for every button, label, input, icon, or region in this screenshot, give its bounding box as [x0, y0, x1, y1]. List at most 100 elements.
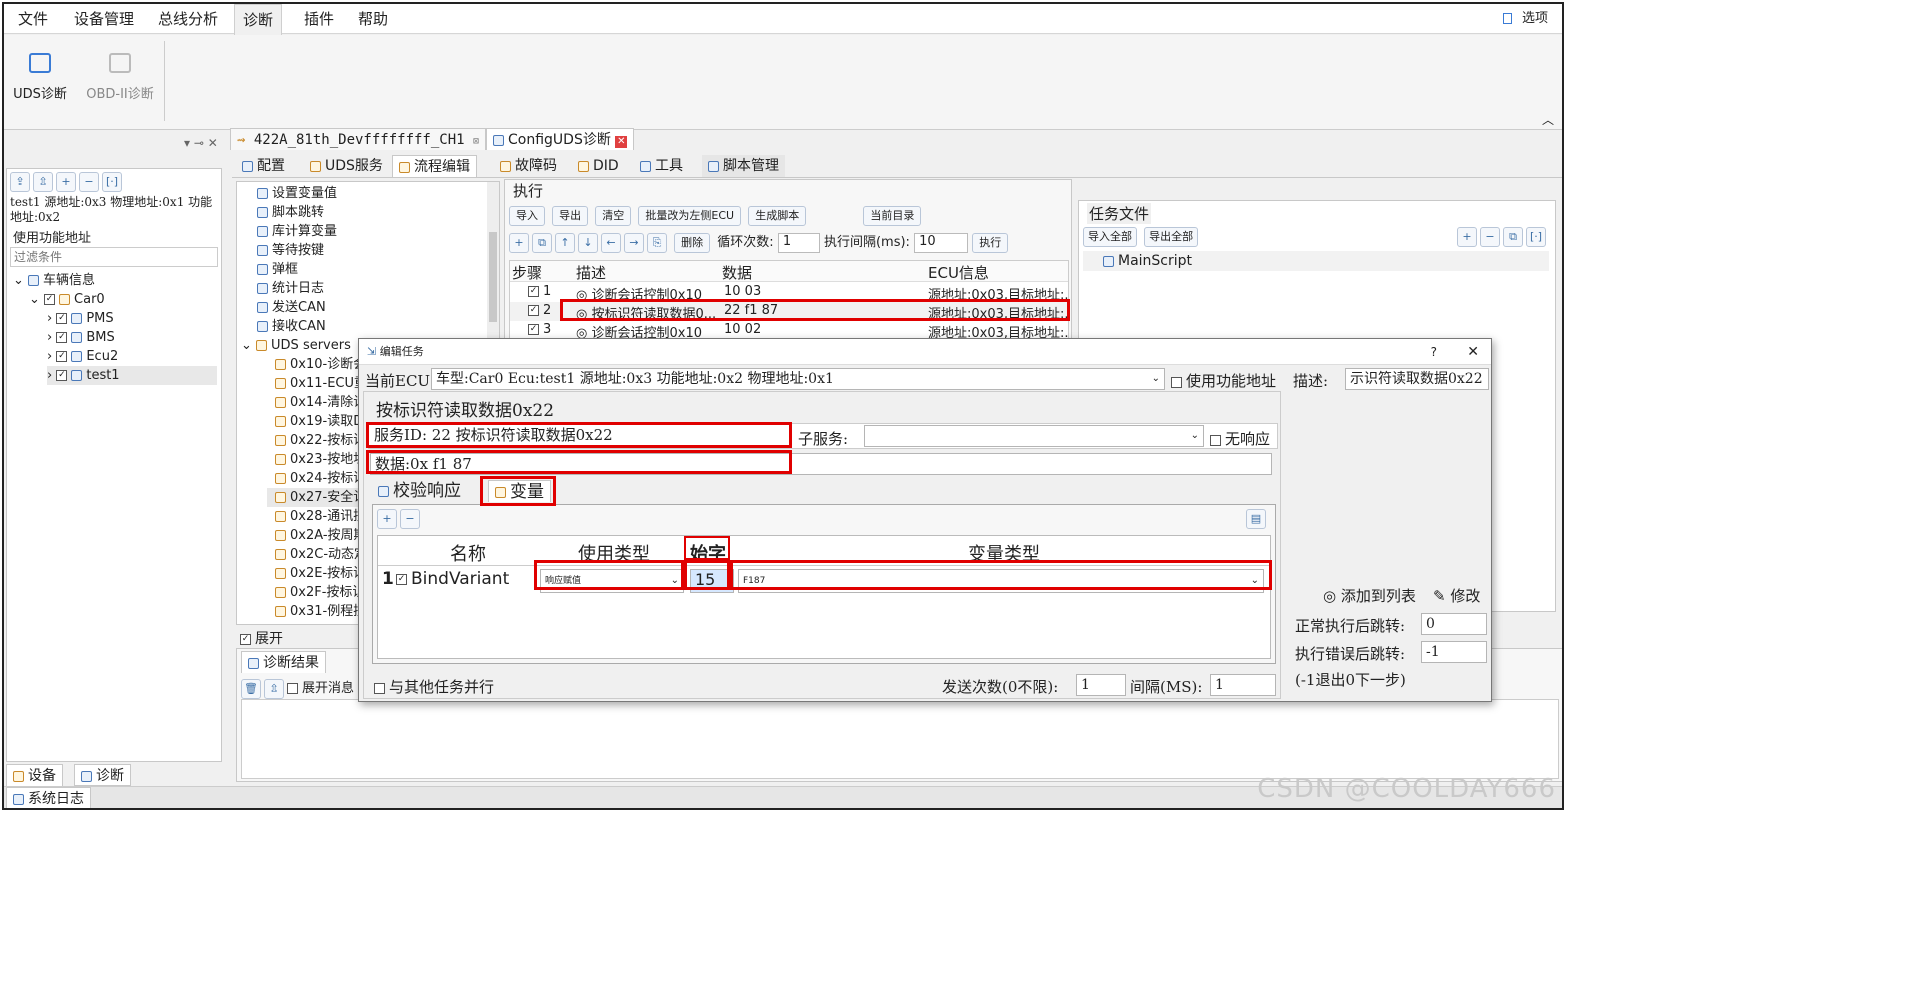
- tree-node-bms[interactable]: › ✓ BMS: [47, 328, 115, 347]
- flow-item[interactable]: 库计算变量: [257, 222, 337, 241]
- uds-item[interactable]: 0x28-通讯控: [275, 507, 366, 526]
- ok-jump-input[interactable]: 0: [1421, 613, 1487, 635]
- use-func-addr-option[interactable]: 使用功能地址: [13, 227, 91, 246]
- menu-diagnose[interactable]: 诊断: [234, 4, 283, 35]
- copy-icon[interactable]: ⧉: [1503, 227, 1523, 247]
- tab-did[interactable]: DID: [572, 155, 625, 177]
- remove-icon[interactable]: −: [79, 172, 99, 192]
- tab-device[interactable]: 设备: [6, 764, 63, 786]
- uds-item[interactable]: 0x19-读取D: [275, 412, 363, 431]
- import-icon[interactable]: ⇪: [10, 172, 30, 192]
- filter-input[interactable]: [10, 247, 218, 267]
- bms-checkbox[interactable]: ✓: [56, 332, 68, 343]
- export-all-button[interactable]: 导出全部: [1144, 227, 1199, 247]
- interval-input[interactable]: 10: [914, 232, 969, 253]
- current-dir-button[interactable]: 当前目录: [863, 206, 922, 226]
- left-icon[interactable]: ←: [601, 233, 621, 253]
- flow-item[interactable]: 发送CAN: [257, 298, 326, 317]
- import-button[interactable]: 导入: [509, 206, 545, 226]
- test1-checkbox[interactable]: ✓: [56, 370, 68, 381]
- uds-item[interactable]: 0x23-按地址: [275, 450, 366, 469]
- uds-item[interactable]: 0x31-例程控: [275, 602, 366, 621]
- uds-item[interactable]: 0x2A-按周期: [275, 526, 367, 545]
- row-checkbox[interactable]: ✓: [396, 573, 407, 585]
- expand-option[interactable]: ✓ 展开: [240, 628, 283, 648]
- tab-verify-response[interactable]: 校验响应: [372, 480, 467, 502]
- uds-item[interactable]: 0x10-诊断会: [275, 355, 366, 374]
- tree-node-pms[interactable]: › ✓ PMS: [47, 309, 114, 328]
- var-edit-icon[interactable]: ▤: [1246, 509, 1269, 529]
- options-menu[interactable]: 选项: [1495, 4, 1556, 34]
- menu-help[interactable]: 帮助: [350, 4, 396, 34]
- tab-uds-service[interactable]: UDS服务: [304, 155, 389, 177]
- batch-ecu-button[interactable]: 批量改为左侧ECU: [638, 206, 742, 226]
- uds-item[interactable]: 0x14-清除诊: [275, 393, 366, 412]
- flow-item[interactable]: 设置变量值: [257, 184, 337, 203]
- tree-node-test1[interactable]: › ✓ test1: [47, 366, 217, 385]
- use-func-checkbox[interactable]: [1171, 376, 1182, 388]
- import-all-button[interactable]: 导入全部: [1083, 227, 1137, 247]
- flow-item[interactable]: 接收CAN: [257, 317, 326, 336]
- tab-diagnose[interactable]: 诊断: [74, 764, 131, 786]
- menu-device[interactable]: 设备管理: [66, 4, 142, 34]
- send-count-input[interactable]: 1: [1076, 674, 1126, 696]
- run-button[interactable]: 执行: [972, 233, 1009, 253]
- export-icon[interactable]: ⇫: [33, 172, 53, 192]
- tab-tools[interactable]: 工具: [634, 155, 689, 177]
- up-icon[interactable]: ↑: [555, 233, 575, 253]
- sub-service-select[interactable]: ⌄: [864, 425, 1204, 447]
- tab-script-mgmt[interactable]: 脚本管理: [702, 155, 785, 177]
- tree-root[interactable]: ⌄ 车辆信息: [13, 271, 95, 290]
- uds-item[interactable]: 0x24-按标识: [275, 469, 366, 488]
- flow-item[interactable]: 等待按键: [257, 241, 324, 260]
- flow-item[interactable]: 统计日志: [257, 279, 324, 298]
- uds-item[interactable]: 0x2C-动态定: [275, 545, 367, 564]
- parallel-checkbox[interactable]: [374, 682, 385, 694]
- clear-icon[interactable]: 🗑: [241, 679, 261, 699]
- uds-item[interactable]: 0x2F-按标识: [275, 583, 365, 602]
- menu-plugin[interactable]: 插件: [296, 4, 342, 34]
- close-icon[interactable]: ✕: [615, 136, 628, 148]
- delete-button[interactable]: 删除: [674, 233, 711, 253]
- uds-item[interactable]: 0x11-ECU重: [275, 374, 367, 393]
- car-checkbox[interactable]: ✓: [44, 294, 56, 305]
- close-icon[interactable]: ⊠: [473, 136, 479, 147]
- uds-servers-node[interactable]: ⌄ UDS servers: [241, 336, 351, 355]
- down-icon[interactable]: ↓: [578, 233, 598, 253]
- modify-button[interactable]: ✎ 修改: [1433, 585, 1480, 606]
- tab-dtc[interactable]: 故障码: [494, 155, 563, 177]
- add-icon[interactable]: +: [56, 172, 76, 192]
- tab-config[interactable]: 配置: [236, 155, 291, 177]
- uds-diagnose-button[interactable]: UDS诊断: [4, 47, 76, 117]
- obd-diagnose-button[interactable]: OBD-II诊断: [80, 47, 160, 117]
- remove-icon[interactable]: −: [1480, 227, 1500, 247]
- script-item[interactable]: MainScript: [1083, 251, 1549, 271]
- export-button[interactable]: 导出: [552, 206, 589, 226]
- add-icon[interactable]: +: [509, 233, 529, 253]
- no-response-checkbox[interactable]: [1210, 434, 1221, 446]
- menu-file[interactable]: 文件: [10, 4, 56, 34]
- tab-syslog[interactable]: 系统日志: [6, 787, 91, 808]
- close-button[interactable]: ✕: [1467, 339, 1479, 365]
- tab-diag-result[interactable]: 诊断结果: [241, 651, 326, 673]
- tree-car[interactable]: ⌄ ✓ Car0: [29, 290, 105, 309]
- tab-flow-edit[interactable]: 流程编辑: [392, 155, 477, 177]
- expand-msg-checkbox[interactable]: [287, 683, 298, 694]
- desc-input[interactable]: 示识符读取数据0x22: [1345, 368, 1489, 390]
- collapse-ribbon-icon[interactable]: ︿: [1542, 111, 1554, 128]
- no-response-option[interactable]: 无响应: [1210, 428, 1270, 449]
- clear-button[interactable]: 清空: [595, 206, 632, 226]
- help-button[interactable]: ?: [1431, 339, 1437, 365]
- loop-input[interactable]: 1: [777, 232, 820, 253]
- tree-node-ecu2[interactable]: › ✓ Ecu2: [47, 347, 118, 366]
- parallel-option[interactable]: 与其他任务并行: [374, 676, 494, 697]
- edit-icon[interactable]: [·]: [102, 172, 122, 192]
- interval-input[interactable]: 1: [1210, 674, 1276, 696]
- uds-item[interactable]: 0x22-按标识: [275, 431, 366, 450]
- flow-item[interactable]: 脚本跳转: [257, 203, 324, 222]
- add-to-list-button[interactable]: ◎ 添加到列表: [1323, 585, 1416, 606]
- ecu2-checkbox[interactable]: ✓: [56, 351, 68, 362]
- use-func-option[interactable]: 使用功能地址: [1171, 370, 1276, 391]
- edit-icon[interactable]: [·]: [1526, 227, 1546, 247]
- doc-tab-config[interactable]: ConfigUDS诊断 ✕: [486, 128, 635, 150]
